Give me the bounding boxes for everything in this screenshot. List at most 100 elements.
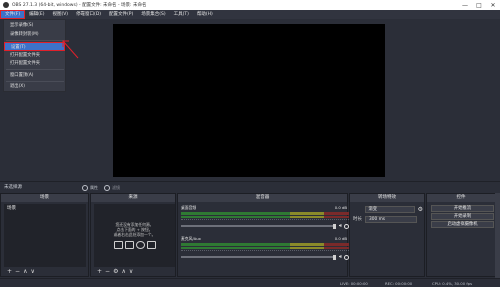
- move-up-icon[interactable]: ∧: [23, 268, 27, 275]
- menu-tools[interactable]: 工具(T): [170, 10, 193, 19]
- move-down-icon[interactable]: ∨: [30, 268, 34, 275]
- meter-scale: [181, 219, 349, 222]
- start-streaming-button[interactable]: 开始推流: [431, 205, 494, 212]
- menu-bar: 文件(F) 编辑(E) 视图(V) 停靠窗口(D) 配置文件(P) 场景集合(S…: [0, 10, 500, 19]
- duration-label: 时长: [353, 217, 362, 222]
- speaker-icon[interactable]: 🔊︎: [339, 223, 342, 229]
- add-source-icon[interactable]: +: [97, 268, 102, 275]
- maximize-button[interactable]: □: [472, 0, 486, 10]
- move-down-icon[interactable]: ∨: [129, 268, 133, 275]
- no-source-label: 未选择源: [4, 185, 22, 190]
- audio-meter: [181, 247, 349, 249]
- menu-help[interactable]: 帮助(H): [193, 10, 217, 19]
- menu-profile[interactable]: 配置文件(P): [105, 10, 137, 19]
- menu-separator: [6, 69, 64, 70]
- transitions-dock: 转场特效 渐变 ⚙ 时长 300 ms: [349, 193, 425, 277]
- volume-slider-row: 🔊︎: [181, 254, 349, 260]
- menu-open-scene-folder[interactable]: 打开配置文件夹: [4, 59, 65, 68]
- menu-exit[interactable]: 退出(X): [4, 82, 65, 91]
- sources-hint-icons: [113, 241, 156, 249]
- cpu-usage: CPU: 0.4%, 30.00 fps: [432, 281, 473, 286]
- volume-slider-handle[interactable]: [332, 254, 336, 260]
- scenes-dock: 场景 场景 + − ∧ ∨: [0, 193, 89, 277]
- remove-scene-icon[interactable]: −: [15, 268, 20, 275]
- preview-canvas[interactable]: [113, 24, 385, 177]
- gear-icon[interactable]: ⚙: [418, 206, 423, 213]
- hint-line: 或者右击此处添加一个。: [113, 232, 156, 237]
- scene-item[interactable]: 场景: [4, 204, 86, 212]
- sources-footer: + − ⚙ ∧ ∨: [91, 267, 175, 276]
- image-icon: [113, 241, 123, 249]
- window-controls: — □ ✕: [458, 0, 500, 10]
- vertical-scrollbar[interactable]: [495, 193, 500, 278]
- close-button[interactable]: ✕: [486, 0, 500, 10]
- sources-list[interactable]: 您还没有添加任何源。 点击下面的 + 按钮， 或者右击此处添加一个。: [94, 204, 175, 267]
- gear-icon: [82, 184, 88, 191]
- track-name: 麦克风/Aux: [181, 236, 201, 241]
- scenes-dock-title: 场景: [1, 194, 88, 202]
- menu-file[interactable]: 文件(F): [0, 10, 26, 19]
- volume-slider[interactable]: [181, 225, 336, 227]
- file-menu-dropdown: 显示录像(S) 录像转封装(M) 设置(T) 打开配置文件夹 打开配置文件夹 窗…: [3, 19, 66, 92]
- obs-app-icon: [3, 2, 9, 8]
- controls-dock-title: 控件: [427, 194, 495, 202]
- audio-meter: [181, 243, 349, 246]
- properties-label: 属性: [90, 184, 98, 190]
- menu-view[interactable]: 视图(V): [48, 10, 72, 19]
- volume-slider-row: 🔊︎: [181, 223, 349, 229]
- menu-scene-collection[interactable]: 场景集合(S): [137, 10, 169, 19]
- menu-settings[interactable]: 设置(T): [4, 42, 65, 51]
- track-name: 桌面音频: [181, 205, 197, 210]
- transitions-dock-title: 转场特效: [350, 194, 424, 202]
- filters-button[interactable]: 滤镜: [104, 184, 120, 191]
- mixer-dock: 混音器 桌面音频 0.0 dB 🔊︎ 麦克风/Aux 0.0 dB 🔊︎: [177, 193, 349, 277]
- volume-slider-handle[interactable]: [332, 223, 336, 229]
- status-bar: LIVE: 00:00:00 REC: 00:00:00 CPU: 0.4%, …: [0, 278, 500, 287]
- mixer-track-mic: 麦克风/Aux 0.0 dB 🔊︎: [181, 236, 349, 260]
- window-title: OBS 27.1.3 (64-bit, windows) - 配置文件: 未命名…: [12, 3, 147, 8]
- controls-dock: 控件 开始推流 开始录制 启动虚拟摄像机: [426, 193, 496, 277]
- meter-scale: [181, 250, 349, 253]
- title-bar: OBS 27.1.3 (64-bit, windows) - 配置文件: 未命名…: [0, 0, 500, 10]
- transition-type-select[interactable]: 渐变: [364, 205, 415, 213]
- menu-edit[interactable]: 编辑(E): [25, 10, 48, 19]
- audio-meter: [181, 212, 349, 215]
- transition-type-row: 渐变 ⚙: [353, 205, 423, 213]
- start-recording-button[interactable]: 开始录制: [431, 213, 494, 220]
- sources-dock-title: 来源: [91, 194, 175, 202]
- transition-duration-row: 时长 300 ms: [353, 215, 423, 223]
- filters-label: 滤镜: [112, 184, 120, 190]
- mixer-track-desktop: 桌面音频 0.0 dB 🔊︎: [181, 205, 349, 229]
- camera-icon: [146, 241, 156, 249]
- menu-always-on-top[interactable]: 窗口置顶(A): [4, 71, 65, 80]
- scenes-footer: + − ∧ ∨: [1, 267, 88, 276]
- rec-time: REC: 00:00:00: [385, 281, 413, 286]
- menu-separator: [6, 40, 64, 41]
- sources-dock: 来源 您还没有添加任何源。 点击下面的 + 按钮， 或者右击此处添加一个。 + …: [90, 193, 176, 277]
- speaker-icon[interactable]: 🔊︎: [339, 254, 342, 260]
- browser-icon: [135, 241, 145, 249]
- duration-input[interactable]: 300 ms: [365, 215, 417, 223]
- start-virtual-camera-button[interactable]: 启动虚拟摄像机: [431, 221, 494, 228]
- properties-button[interactable]: 属性: [82, 184, 98, 191]
- menu-remux-recordings[interactable]: 录像转封装(M): [4, 30, 65, 39]
- sources-empty-hint: 您还没有添加任何源。 点击下面的 + 按钮， 或者右击此处添加一个。: [114, 222, 156, 237]
- source-settings-icon[interactable]: ⚙: [113, 268, 118, 275]
- minimize-button[interactable]: —: [458, 0, 472, 10]
- scenes-list[interactable]: 场景: [4, 204, 86, 267]
- track-db: 0.0 dB: [334, 205, 347, 210]
- filter-icon: [104, 184, 110, 191]
- add-scene-icon[interactable]: +: [7, 268, 12, 275]
- track-db: 0.0 dB: [334, 236, 347, 241]
- volume-slider[interactable]: [181, 256, 336, 258]
- source-toolbar: 未选择源 属性 滤镜: [0, 181, 500, 192]
- menu-docks[interactable]: 停靠窗口(D): [72, 10, 105, 19]
- move-up-icon[interactable]: ∧: [121, 268, 125, 275]
- live-time: LIVE: 00:00:00: [340, 281, 368, 286]
- annotation-arrow-icon: [62, 40, 79, 59]
- remove-source-icon[interactable]: −: [105, 268, 110, 275]
- menu-show-recordings[interactable]: 显示录像(S): [4, 21, 65, 30]
- mixer-dock-title: 混音器: [178, 194, 347, 202]
- display-icon: [124, 241, 134, 249]
- audio-meter: [181, 216, 349, 218]
